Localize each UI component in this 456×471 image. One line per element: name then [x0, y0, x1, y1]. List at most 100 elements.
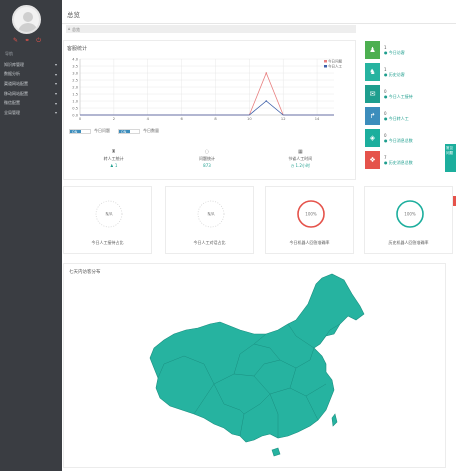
- y-tick-label: 1.0: [72, 99, 78, 103]
- x-tick-label: 6: [180, 117, 183, 121]
- sidebar-item-knowledge[interactable]: 知识库管理 ▾: [0, 60, 62, 70]
- chat-icon: ◌: [204, 149, 210, 155]
- sidebar-item-analytics[interactable]: 数据分析 ▾: [0, 70, 62, 80]
- page-title: 总览: [67, 11, 80, 19]
- link-icon[interactable]: ⚭: [25, 38, 30, 44]
- chevron-down-icon: ▾: [54, 62, 57, 68]
- summary-today-human-chats[interactable]: ✉ 0 ● 今日人工接待: [365, 84, 445, 104]
- map-panel: 七天内访客分布: [63, 263, 446, 468]
- summary-history-visitors[interactable]: ♞ 1 ● 历史访客: [365, 62, 445, 82]
- stat-value: 873: [203, 163, 211, 168]
- x-tick-label: 8: [214, 117, 217, 121]
- stats-row: ♜ 转人工统计 ♟ 1 ◌ 问题统计 873 ▦ 节省人工时间 ◷ 1.2小时: [67, 149, 347, 169]
- chat-icon: ✉: [365, 85, 380, 103]
- summary-label: ● 今日转人工: [384, 115, 409, 121]
- nav-title: 导航: [5, 51, 13, 56]
- y-tick-label: 4.0: [72, 57, 78, 61]
- chevron-down-icon: ▾: [54, 110, 57, 116]
- cubes-icon: ❖: [365, 151, 380, 169]
- gauge-value: 100%: [305, 211, 317, 216]
- sidebar: ✎ ⚭ ⏻ 导航 知识库管理 ▾ 数据分析 ▾ 渠道网站配置 ▾ 移动网站配置 ▾ 微信…: [0, 0, 62, 471]
- breadcrumb: ⌂ 总览: [66, 25, 356, 33]
- map-mainland[interactable]: [149, 273, 365, 443]
- gauge-value: 100%: [404, 211, 416, 216]
- stat-value: ♟ 1: [109, 163, 118, 168]
- calendar-icon: ▦: [297, 149, 303, 155]
- stat-value: ◷ 1.2小时: [290, 163, 310, 168]
- sidebar-item-global[interactable]: 全局管理 ▾: [0, 108, 62, 118]
- y-tick-label: 3.5: [72, 64, 78, 68]
- map-hainan[interactable]: [271, 447, 281, 457]
- chevron-down-icon: ▾: [54, 100, 57, 106]
- panel-title: 客服统计: [67, 46, 88, 52]
- power-icon[interactable]: ⏻: [36, 38, 41, 44]
- toggle-state: ON: [70, 129, 81, 134]
- series-toggles: ON 今日问题 ON 今日数量: [69, 128, 167, 134]
- x-tick-label: 14: [315, 117, 320, 121]
- topbar: 总览: [62, 0, 456, 24]
- summary-today-messages[interactable]: ◈ 0 ● 今日消息总数: [365, 128, 445, 148]
- x-tick-label: 0: [79, 117, 82, 121]
- map-taiwan[interactable]: [331, 413, 338, 427]
- y-tick-label: 1.5: [72, 92, 78, 96]
- gauge-card-human-dialog: N/A 今日人工对话占比: [165, 186, 254, 254]
- y-tick-label: 0.5: [72, 106, 78, 110]
- gauge-ring: N/A: [197, 200, 225, 228]
- gauge-value: N/A: [105, 211, 112, 216]
- summary-label: ● 历史消息总数: [384, 159, 413, 165]
- toggle-label: 今日数量: [143, 128, 159, 133]
- person-icon: ♜: [111, 149, 116, 155]
- gauge-label: 今日人工对话占比: [193, 240, 226, 245]
- data-point: [265, 100, 268, 102]
- sidebar-item-mobile[interactable]: 移动网站配置 ▾: [0, 89, 62, 99]
- chevron-down-icon: ▾: [54, 71, 57, 77]
- summary-today-transfers[interactable]: ↱ 0 ● 今日转人工: [365, 106, 445, 126]
- edit-icon[interactable]: ✎: [13, 38, 18, 44]
- summary-label: ● 今日人工接待: [384, 93, 413, 99]
- summary-history-messages[interactable]: ❖ 7 ● 历史消息总数: [365, 150, 445, 170]
- gauge-label: 历史机器人回答准确率: [388, 240, 429, 245]
- share-icon: ↱: [365, 107, 380, 125]
- toggle-state: ON: [119, 129, 130, 134]
- summary-today-visitors[interactable]: ♟ 1 ● 今日访客: [365, 40, 445, 60]
- gauge-ring: N/A: [95, 200, 123, 228]
- legend-swatch: [324, 65, 327, 68]
- avatar[interactable]: [12, 5, 41, 34]
- sidebar-nav: 知识库管理 ▾ 数据分析 ▾ 渠道网站配置 ▾ 移动网站配置 ▾ 微信配置 ▾ 全局管理 ▾: [0, 60, 62, 118]
- gauge-value: N/A: [207, 211, 214, 216]
- breadcrumb-label[interactable]: 总览: [72, 27, 80, 33]
- summary-label: ● 今日访客: [384, 49, 405, 55]
- gauge-card-bot-accuracy-today: 100% 今日机器人回答准确率: [265, 186, 354, 254]
- gauge-card-human-reception: N/A 今日人工接待占比: [63, 186, 152, 254]
- legend-label: 今日人工: [328, 63, 342, 68]
- chart-panel: 客服统计 0.0 0.5 1.0 1.5 2.0 2.5 3.0 3.5 4.0 0 2 4 6 8 10 1…: [63, 40, 356, 180]
- stat-time-saved: ▦ 节省人工时间 ◷ 1.2小时: [265, 149, 335, 169]
- sidebar-item-label: 移动网站配置: [4, 90, 28, 96]
- data-point: [265, 72, 268, 74]
- china-map[interactable]: [64, 264, 447, 469]
- x-tick-label: 2: [113, 117, 115, 121]
- sidebar-item-label: 知识库管理: [4, 61, 24, 67]
- home-icon[interactable]: ⌂: [68, 26, 71, 31]
- summary-label: ● 历史访客: [384, 71, 405, 77]
- gauge-label: 今日人工接待占比: [91, 240, 124, 245]
- gauge-card-bot-accuracy-history: 100% 历史机器人回答准确率: [364, 186, 453, 254]
- y-tick-label: 2.0: [72, 85, 78, 89]
- toggle-today-count[interactable]: ON 今日数量: [118, 128, 159, 134]
- x-tick-label: 10: [247, 117, 252, 121]
- legend-label: 今日问题: [328, 58, 342, 63]
- sidebar-item-label: 微信配置: [4, 100, 20, 106]
- faq-side-tab[interactable]: 常见问题: [445, 144, 456, 172]
- stat-label: 问题统计: [198, 156, 215, 161]
- sidebar-item-label: 全局管理: [4, 109, 20, 115]
- stat-transfer: ♜ 转人工统计 ♟ 1: [79, 149, 149, 169]
- chevron-down-icon: ▾: [54, 91, 57, 97]
- toggle-today-questions[interactable]: ON 今日问题: [69, 128, 110, 134]
- summary-list: ♟ 1 ● 今日访客 ♞ 1 ● 历史访客 ✉ 0 ● 今日人工接待 ↱ 0 ● 今日转…: [365, 40, 445, 172]
- users-icon: ♞: [365, 63, 380, 81]
- stat-label: 转人工统计: [103, 156, 124, 161]
- gauge-ring: 100%: [396, 200, 424, 228]
- sidebar-item-channel[interactable]: 渠道网站配置 ▾: [0, 79, 62, 89]
- y-tick-label: 3.0: [72, 71, 78, 75]
- sidebar-item-wechat[interactable]: 微信配置 ▾: [0, 98, 62, 108]
